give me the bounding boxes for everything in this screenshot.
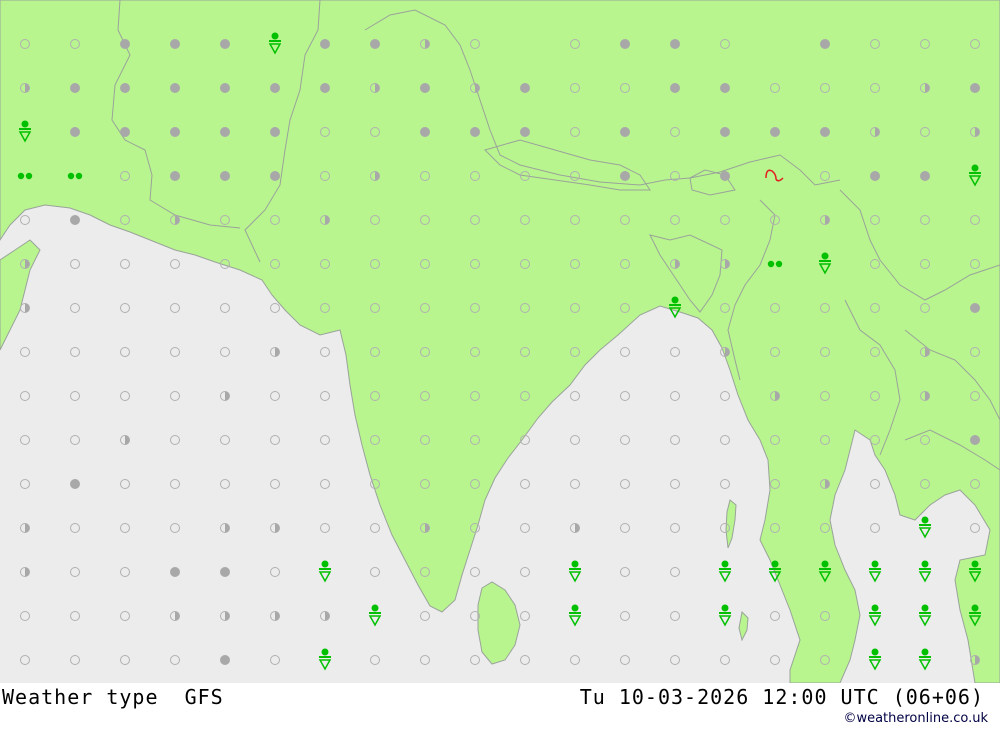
station-overcast: [220, 655, 230, 665]
model-name: GFS: [184, 685, 224, 709]
station-overcast: [70, 479, 80, 489]
station-overcast: [970, 435, 980, 445]
station-overcast: [70, 215, 80, 225]
station-overcast: [220, 171, 230, 181]
station-overcast: [420, 83, 430, 93]
station-overcast: [970, 303, 980, 313]
station-overcast: [970, 83, 980, 93]
station-overcast: [820, 39, 830, 49]
station-overcast: [120, 83, 130, 93]
station-overcast: [620, 127, 630, 137]
station-overcast: [520, 127, 530, 137]
station-overcast: [270, 83, 280, 93]
station-overcast: [270, 127, 280, 137]
station-overcast: [470, 127, 480, 137]
station-overcast: [320, 83, 330, 93]
station-overcast: [220, 39, 230, 49]
station-overcast: [620, 39, 630, 49]
station-overcast: [320, 39, 330, 49]
station-overcast: [220, 127, 230, 137]
station-overcast: [120, 39, 130, 49]
station-overcast: [270, 171, 280, 181]
station-overcast: [920, 171, 930, 181]
station-overcast: [520, 83, 530, 93]
station-overcast: [720, 83, 730, 93]
station-overcast: [120, 127, 130, 137]
station-overcast: [170, 83, 180, 93]
credit-link[interactable]: ©weatheronline.co.uk: [843, 711, 988, 726]
title-label: Weather type: [2, 685, 159, 709]
station-overcast: [670, 39, 680, 49]
map-title: Weather type GFS: [2, 685, 224, 709]
valid-datetime: Tu 10-03-2026 12:00 UTC (06+06): [579, 685, 984, 709]
station-overcast: [220, 83, 230, 93]
station-overcast: [220, 567, 230, 577]
station-overcast: [820, 127, 830, 137]
station-overcast: [620, 171, 630, 181]
station-overcast: [70, 127, 80, 137]
station-overcast: [870, 171, 880, 181]
station-overcast: [170, 567, 180, 577]
station-overcast: [370, 39, 380, 49]
station-overcast: [770, 127, 780, 137]
station-overcast: [420, 127, 430, 137]
station-overcast: [170, 39, 180, 49]
map-canvas: [0, 0, 1000, 683]
station-overcast: [170, 171, 180, 181]
station-overcast: [720, 171, 730, 181]
station-overcast: [720, 127, 730, 137]
map-footer: Weather type GFS Tu 10-03-2026 12:00 UTC…: [0, 683, 1000, 733]
station-overcast: [170, 127, 180, 137]
station-overcast: [70, 83, 80, 93]
station-overcast: [670, 83, 680, 93]
weather-type-map[interactable]: [0, 0, 1000, 683]
weather-map-app: Weather type GFS Tu 10-03-2026 12:00 UTC…: [0, 0, 1000, 733]
